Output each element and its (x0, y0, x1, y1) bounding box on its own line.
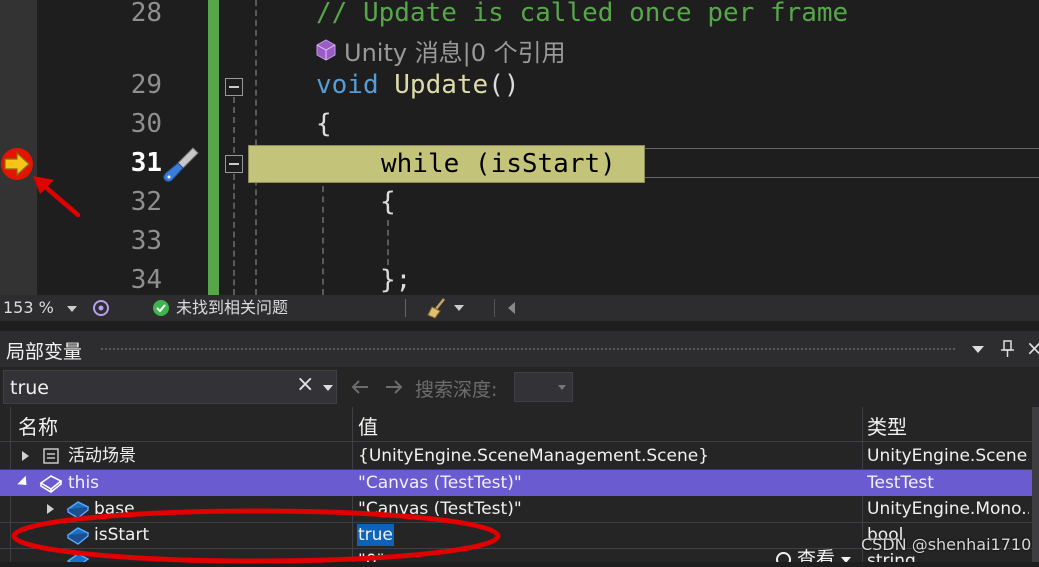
method-name: Update (394, 70, 489, 100)
search-depth-select[interactable] (514, 372, 573, 402)
search-box[interactable]: × (3, 370, 337, 404)
variable-value[interactable]: "Canvas (TestTest)" (358, 472, 858, 494)
pin-icon[interactable] (1000, 339, 1016, 359)
locals-window: 局部变量 × × 搜索深度: 名称 值 类型 (0, 331, 1039, 564)
window-options-icon[interactable] (972, 346, 984, 353)
search-back-icon[interactable] (348, 375, 372, 399)
fold-guide (233, 97, 235, 153)
code-while-statement: while (isStart) (381, 149, 616, 179)
line-number: 30 (130, 109, 162, 139)
column-type-header[interactable]: 类型 (867, 411, 907, 440)
collapse-region-button[interactable] (225, 155, 243, 173)
table-row-selected[interactable]: this "Canvas (TestTest)" TestTest (0, 470, 1032, 496)
variable-type: TestTest (867, 473, 934, 493)
line-number-current: 31 (130, 148, 162, 178)
search-depth-label: 搜索深度: (415, 379, 498, 401)
panel-title: 局部变量 (6, 341, 83, 363)
fold-guide (233, 174, 235, 295)
magnifier-icon (776, 552, 791, 562)
indent-guide (387, 220, 389, 265)
line-number: 29 (130, 70, 162, 100)
code-line-update: void Update() (316, 68, 520, 102)
variable-type: UnityEngine.Mono... (867, 499, 1029, 519)
editor-status-bar: 153 % 未找到相关问题 (0, 295, 1039, 321)
property-icon (43, 448, 59, 464)
table-row[interactable]: 活动场景 {UnityEngine.SceneManagement.Scene}… (0, 443, 1032, 470)
code-open-brace: { (316, 109, 332, 139)
ai-assist-icon[interactable] (92, 299, 110, 317)
line-number: 34 (130, 265, 162, 295)
keyword-void: void (316, 70, 379, 100)
splitter[interactable] (0, 321, 1039, 331)
column-value-header[interactable]: 值 (358, 411, 378, 440)
variable-value[interactable]: {UnityEngine.SceneManagement.Scene} (358, 445, 858, 467)
view-label[interactable]: 查看 (797, 548, 835, 562)
chevron-down-icon[interactable] (558, 385, 566, 390)
divider (494, 299, 495, 317)
chevron-down-icon[interactable] (66, 305, 77, 312)
code-inner-close-brace: }; (380, 265, 412, 295)
collapse-region-button[interactable] (225, 78, 243, 96)
object-cube-icon (39, 475, 63, 493)
close-icon[interactable]: × (1026, 336, 1039, 360)
annotation-ellipse (11, 508, 501, 564)
change-tracking-bar (208, 0, 219, 295)
scroll-left-icon[interactable] (508, 302, 515, 314)
unity-cube-icon (316, 39, 336, 61)
search-forward-icon[interactable] (382, 375, 406, 399)
chevron-down-icon[interactable] (323, 385, 333, 391)
clear-search-icon[interactable]: × (296, 372, 314, 397)
chevron-down-icon[interactable] (454, 305, 464, 311)
broom-icon[interactable] (426, 297, 448, 319)
breakpoint-margin[interactable] (0, 0, 81, 295)
drag-grip[interactable] (100, 347, 955, 352)
check-circle-icon (153, 300, 169, 316)
codelens-text[interactable]: Unity 消息|0 个引用 (344, 33, 566, 68)
divider (405, 299, 406, 317)
search-input[interactable] (8, 374, 292, 402)
column-name-header[interactable]: 名称 (18, 411, 58, 440)
current-execution-line: while (isStart) (248, 145, 645, 183)
chevron-down-icon[interactable] (841, 556, 852, 562)
code-editor[interactable]: 28 29 30 31 32 33 34 // Update is called… (0, 0, 1039, 295)
expand-icon[interactable] (22, 451, 29, 461)
code-inner-open-brace: { (380, 187, 396, 217)
annotation-arrow-icon (33, 176, 81, 218)
current-line-outline (645, 148, 1039, 178)
zoom-value[interactable]: 153 % (3, 298, 54, 317)
code-comment: // Update is called once per frame (316, 0, 849, 28)
issues-status[interactable]: 未找到相关问题 (176, 298, 288, 318)
line-number: 28 (130, 0, 162, 28)
quick-actions-icon[interactable] (160, 144, 202, 184)
variable-name: 活动场景 (68, 446, 136, 466)
watermark: CSDN @shenhai1710 (861, 535, 1032, 554)
search-toolbar: × 搜索深度: (0, 367, 1039, 407)
zoom-level[interactable]: 153 % (3, 298, 77, 318)
collapse-icon[interactable] (17, 475, 31, 490)
line-number: 32 (130, 187, 162, 217)
line-number: 33 (130, 226, 162, 256)
variable-name: this (68, 473, 100, 493)
vertical-scrollbar[interactable] (1032, 407, 1039, 562)
variable-type: UnityEngine.Scene... (867, 446, 1029, 466)
panel-title-bar[interactable]: 局部变量 × (0, 331, 1039, 367)
method-parens: () (488, 70, 520, 100)
column-header: 名称 值 类型 (0, 407, 1032, 442)
view-visualizer[interactable]: 查看 (776, 548, 852, 562)
